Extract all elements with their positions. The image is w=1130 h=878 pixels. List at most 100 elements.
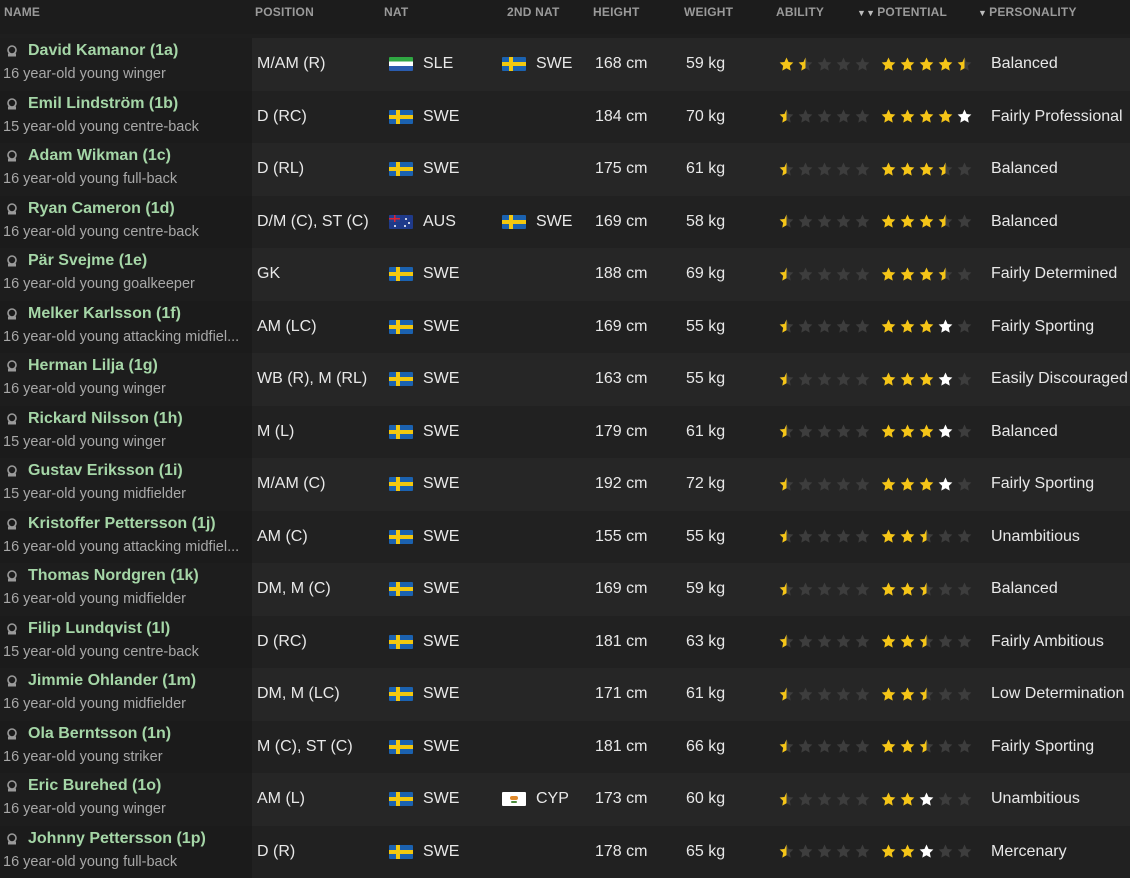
player-name[interactable]: Johnny Pettersson (1p) [28, 830, 206, 848]
person-icon [6, 728, 18, 740]
sort-icon[interactable]: ▼ [978, 8, 987, 18]
name-cell: Gustav Eriksson (1i) 15 year-old young m… [0, 458, 252, 511]
nat-value[interactable]: SLE [423, 55, 453, 73]
empty-star-icon [937, 528, 954, 545]
ability-stars [778, 581, 871, 598]
weight-value: 58 kg [686, 213, 725, 231]
player-name[interactable]: Eric Burehed (1o) [28, 777, 161, 795]
nat-value[interactable]: SWE [423, 528, 459, 546]
table-row[interactable]: Adam Wikman (1c) 16 year-old young full-… [0, 143, 1130, 196]
sort-desc-icon[interactable]: ▼▼ [857, 8, 875, 18]
table-row[interactable]: Filip Lundqvist (1l) 15 year-old young c… [0, 616, 1130, 669]
table-row[interactable]: Ryan Cameron (1d) 16 year-old young cent… [0, 196, 1130, 249]
nat-value[interactable]: SWE [423, 475, 459, 493]
empty-star-icon [816, 528, 833, 545]
player-description: 15 year-old young midfielder [3, 486, 249, 502]
personality-cell: Balanced [991, 563, 1058, 616]
nat-value[interactable]: SWE [423, 790, 459, 808]
empty-star-icon [956, 318, 973, 335]
white-star-icon [937, 423, 954, 440]
table-row[interactable]: Melker Karlsson (1f) 16 year-old young a… [0, 301, 1130, 354]
player-name[interactable]: Gustav Eriksson (1i) [28, 462, 183, 480]
person-icon [6, 203, 18, 215]
height-value: 179 cm [595, 423, 647, 441]
nat-value[interactable]: SWE [423, 738, 459, 756]
ability-stars [778, 161, 871, 178]
player-name[interactable]: Rickard Nilsson (1h) [28, 410, 183, 428]
nat-value[interactable]: SWE [423, 633, 459, 651]
nat-value[interactable]: SWE [423, 423, 459, 441]
header-name[interactable]: NAME [4, 5, 40, 19]
nat-value[interactable]: SWE [423, 318, 459, 336]
nat-value[interactable]: SWE [423, 370, 459, 388]
second-nat-value[interactable]: CYP [536, 790, 569, 808]
weight-cell: 61 kg [686, 143, 725, 196]
nat-value[interactable]: AUS [423, 213, 456, 231]
empty-star-icon [835, 528, 852, 545]
player-name[interactable]: Kristoffer Pettersson (1j) [28, 515, 216, 533]
position-value: WB (R), M (RL) [257, 370, 367, 388]
player-name[interactable]: Emil Lindström (1b) [28, 95, 178, 113]
table-row[interactable]: Kristoffer Pettersson (1j) 16 year-old y… [0, 511, 1130, 564]
header-potential-label: POTENTIAL [877, 5, 947, 19]
swe-flag-icon [389, 110, 413, 124]
person-icon [6, 255, 18, 267]
header-personality[interactable]: ▼PERSONALITY [978, 5, 1077, 19]
potential-cell [880, 458, 973, 511]
player-name[interactable]: Thomas Nordgren (1k) [28, 567, 199, 585]
player-name[interactable]: Ryan Cameron (1d) [28, 200, 175, 218]
weight-cell: 58 kg [686, 196, 725, 249]
empty-star-icon [937, 581, 954, 598]
second-nat-value[interactable]: SWE [536, 55, 572, 73]
table-row[interactable]: Pär Svejme (1e) 16 year-old young goalke… [0, 248, 1130, 301]
player-name[interactable]: Jimmie Ohlander (1m) [28, 672, 196, 690]
table-row[interactable]: Rickard Nilsson (1h) 15 year-old young w… [0, 406, 1130, 459]
table-row[interactable]: Herman Lilja (1g) 16 year-old young wing… [0, 353, 1130, 406]
potential-cell [880, 38, 973, 91]
header-second-nat[interactable]: 2ND NAT [507, 5, 560, 19]
table-row[interactable]: Jimmie Ohlander (1m) 16 year-old young m… [0, 668, 1130, 721]
player-name[interactable]: David Kamanor (1a) [28, 42, 178, 60]
player-name[interactable]: Filip Lundqvist (1l) [28, 620, 170, 638]
height-cell: 169 cm [595, 563, 647, 616]
table-row[interactable]: Eric Burehed (1o) 16 year-old young wing… [0, 773, 1130, 826]
star-icon [899, 686, 916, 703]
nat-value[interactable]: SWE [423, 685, 459, 703]
player-name[interactable]: Adam Wikman (1c) [28, 147, 171, 165]
player-name[interactable]: Herman Lilja (1g) [28, 357, 158, 375]
header-height[interactable]: HEIGHT [593, 5, 640, 19]
table-row[interactable]: David Kamanor (1a) 16 year-old young win… [0, 38, 1130, 91]
nat-cell: SWE [389, 248, 459, 301]
header-position[interactable]: POSITION [255, 5, 314, 19]
person-icon [6, 675, 18, 687]
second-nat-value[interactable]: SWE [536, 213, 572, 231]
header-ability[interactable]: ABILITY [776, 5, 824, 19]
weight-cell: 55 kg [686, 511, 725, 564]
table-row[interactable]: Gustav Eriksson (1i) 15 year-old young m… [0, 458, 1130, 511]
header-potential[interactable]: ▼▼POTENTIAL [857, 5, 947, 19]
half-star-icon [778, 423, 795, 440]
nat-value[interactable]: SWE [423, 108, 459, 126]
half-star-icon [956, 56, 973, 73]
player-name[interactable]: Pär Svejme (1e) [28, 252, 147, 270]
ability-stars [778, 371, 871, 388]
empty-star-icon [937, 791, 954, 808]
personality-cell: Fairly Sporting [991, 458, 1094, 511]
player-name[interactable]: Melker Karlsson (1f) [28, 305, 181, 323]
table-row[interactable]: Thomas Nordgren (1k) 16 year-old young m… [0, 563, 1130, 616]
header-nat[interactable]: NAT [384, 5, 408, 19]
nat-value[interactable]: SWE [423, 843, 459, 861]
nat-value[interactable]: SWE [423, 580, 459, 598]
nat-value[interactable]: SWE [423, 160, 459, 178]
personality-value: Balanced [991, 160, 1058, 178]
potential-stars [880, 738, 973, 755]
header-weight[interactable]: WEIGHT [684, 5, 733, 19]
player-name[interactable]: Ola Berntsson (1n) [28, 725, 171, 743]
table-row[interactable]: Emil Lindström (1b) 15 year-old young ce… [0, 91, 1130, 144]
table-row[interactable]: Ola Berntsson (1n) 16 year-old young str… [0, 721, 1130, 774]
potential-stars [880, 108, 973, 125]
name-cell: Filip Lundqvist (1l) 15 year-old young c… [0, 616, 252, 669]
table-row[interactable]: Johnny Pettersson (1p) 16 year-old young… [0, 826, 1130, 878]
nat-value[interactable]: SWE [423, 265, 459, 283]
half-star-icon [797, 56, 814, 73]
